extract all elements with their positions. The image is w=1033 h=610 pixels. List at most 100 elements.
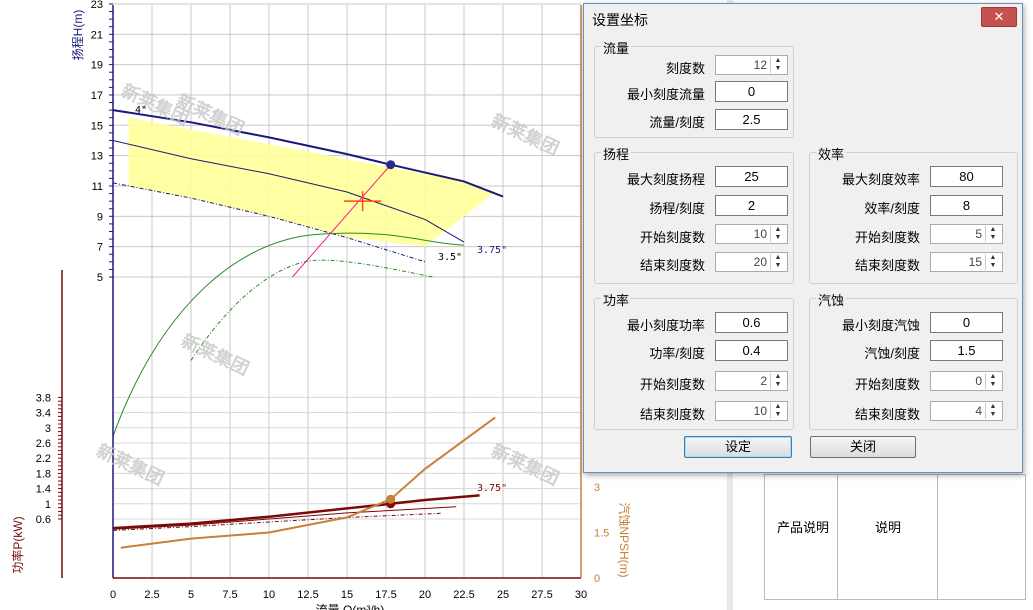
label-35in: 3.5" — [438, 252, 462, 263]
eff-curve-4in — [112, 232, 465, 437]
x-tick-label: 10 — [263, 589, 275, 601]
power-axis-title: 功率P(kW) — [10, 516, 25, 573]
npsh-step-input[interactable]: 1.5 — [930, 340, 1003, 361]
npsh-step-label: 汽蚀/刻度 — [864, 346, 920, 361]
power-tick-label: 1.4 — [36, 484, 51, 496]
eff-end-stepper[interactable]: 15 ▲ ▼ — [930, 252, 1003, 272]
close-icon[interactable]: ✕ — [981, 7, 1017, 27]
x-tick-label: 0 — [110, 589, 116, 601]
flow-ticks-stepper[interactable]: 12 ▲ ▼ — [715, 55, 788, 75]
x-tick-label: 12.5 — [297, 589, 318, 601]
watermark-text: 新莱集团 — [178, 330, 253, 380]
x-tick-label: 17.5 — [375, 589, 396, 601]
head-tick-label: 23 — [91, 0, 103, 11]
x-tick-label: 30 — [575, 589, 587, 601]
head-axis-title: 扬程H(m) — [70, 10, 85, 61]
head-group: 扬程 最大刻度扬程 25 扬程/刻度 2 开始刻度数 10 ▲ ▼ 结束刻度数 20… — [594, 144, 794, 284]
eff-start-stepper[interactable]: 5 ▲ ▼ — [930, 224, 1003, 244]
watermark-text: 新莱集团 — [488, 110, 563, 160]
head-tick-label: 17 — [91, 90, 103, 102]
power-tick-label: 3 — [45, 423, 51, 435]
npsh-group-title: 汽蚀 — [816, 290, 847, 309]
apply-button[interactable]: 设定 — [684, 436, 792, 458]
npsh-end-stepper[interactable]: 4 ▲ ▼ — [930, 401, 1003, 421]
head-tick-label: 7 — [97, 242, 103, 254]
label-375in-power: 3.75" — [477, 483, 507, 494]
power-step-input[interactable]: 0.4 — [715, 340, 788, 361]
axis-settings-dialog: 设置坐标 ✕ 流量 刻度数 12 ▲ ▼ 最小刻度流量 0 流量/刻度 2.5 扬程… — [583, 3, 1023, 473]
flow-group-title: 流量 — [601, 38, 632, 57]
head-tick-label: 19 — [91, 60, 103, 72]
operating-region-fill — [128, 117, 496, 247]
head-tick-label: 15 — [91, 120, 103, 132]
operating-region — [128, 117, 496, 247]
head-max-label: 最大刻度扬程 — [626, 172, 705, 187]
x-tick-label: 7.5 — [222, 589, 237, 601]
npsh-tick-label: 3 — [594, 482, 600, 494]
power-tick-label: 2.2 — [36, 453, 51, 465]
x-tick-label: 15 — [341, 589, 353, 601]
x-tick-label: 25 — [497, 589, 509, 601]
power-end-label: 结束刻度数 — [639, 407, 705, 422]
head-tick-label: 21 — [91, 29, 103, 41]
label-4in: 4" — [135, 105, 147, 116]
x-tick-label: 5 — [188, 589, 194, 601]
power-min-label: 最小刻度功率 — [626, 318, 705, 333]
head-start-label: 开始刻度数 — [639, 230, 705, 245]
flow-step-input[interactable]: 2.5 — [715, 109, 788, 130]
eff-group-title: 效率 — [816, 144, 847, 163]
head-duty-point — [386, 160, 396, 170]
power-group: 功率 最小刻度功率 0.6 功率/刻度 0.4 开始刻度数 2 ▲ ▼ 结束刻度数 … — [594, 290, 794, 430]
head-tick-label: 13 — [91, 151, 103, 163]
efficiency-group: 效率 最大刻度效率 80 效率/刻度 8 开始刻度数 5 ▲ ▼ 结束刻度数 15 ▲… — [809, 144, 1018, 284]
flow-group: 流量 刻度数 12 ▲ ▼ 最小刻度流量 0 流量/刻度 2.5 — [594, 38, 794, 138]
flow-min-label: 最小刻度流量 — [626, 87, 705, 102]
npsh-min-input[interactable]: 0 — [930, 312, 1003, 333]
head-step-input[interactable]: 2 — [715, 195, 788, 216]
eff-step-input[interactable]: 8 — [930, 195, 1003, 216]
eff-end-label: 结束刻度数 — [854, 258, 920, 273]
label-375in-head: 3.75" — [477, 245, 507, 256]
npsh-group: 汽蚀 最小刻度汽蚀 0 汽蚀/刻度 1.5 开始刻度数 0 ▲ ▼ 结束刻度数 4 ▲… — [809, 290, 1018, 430]
npsh-tick-label: 1.5 — [594, 528, 609, 540]
eff-max-input[interactable]: 80 — [930, 166, 1003, 187]
eff-max-label: 最大刻度效率 — [841, 172, 920, 187]
npsh-tick-label: 0 — [594, 573, 600, 585]
x-tick-label: 27.5 — [531, 589, 552, 601]
head-end-stepper[interactable]: 20 ▲ ▼ — [715, 252, 788, 272]
power-tick-label: 3.4 — [36, 408, 51, 420]
power-tick-label: 0.6 — [36, 514, 51, 526]
eff-step-label: 效率/刻度 — [864, 201, 920, 216]
npsh-min-label: 最小刻度汽蚀 — [841, 318, 920, 333]
npsh-duty-point — [386, 494, 396, 504]
table-cell-desc: 说明 — [875, 520, 902, 535]
x-tick-label: 2.5 — [144, 589, 159, 601]
flow-step-label: 流量/刻度 — [649, 115, 705, 130]
power-end-stepper[interactable]: 10 ▲ ▼ — [715, 401, 788, 421]
npsh-start-label: 开始刻度数 — [854, 377, 920, 392]
head-max-input[interactable]: 25 — [715, 166, 788, 187]
head-start-stepper[interactable]: 10 ▲ ▼ — [715, 224, 788, 244]
power-start-stepper[interactable]: 2 ▲ ▼ — [715, 371, 788, 391]
npsh-end-label: 结束刻度数 — [854, 407, 920, 422]
npsh-start-stepper[interactable]: 0 ▲ ▼ — [930, 371, 1003, 391]
chart-grid — [112, 3, 582, 578]
eff-start-label: 开始刻度数 — [854, 230, 920, 245]
head-tick-label: 5 — [97, 272, 103, 284]
watermark-text: 新莱集团 — [93, 440, 168, 490]
flow-min-input[interactable]: 0 — [715, 81, 788, 102]
power-tick-label: 1.8 — [36, 468, 51, 480]
power-tick-label: 1 — [45, 499, 51, 511]
flow-ticks-label: 刻度数 — [665, 61, 705, 76]
power-min-input[interactable]: 0.6 — [715, 312, 788, 333]
close-button[interactable]: 关闭 — [810, 436, 916, 458]
table-cell-product-desc: 产品说明 — [777, 520, 830, 535]
npsh-axis-title: 汽蚀NPSH(m) — [617, 502, 632, 577]
head-tick-label: 11 — [92, 181, 103, 193]
head-end-label: 结束刻度数 — [639, 258, 705, 273]
x-tick-label: 22.5 — [453, 589, 474, 601]
dialog-title: 设置坐标 — [592, 12, 648, 28]
head-step-label: 扬程/刻度 — [649, 201, 705, 216]
head-group-title: 扬程 — [601, 144, 632, 163]
power-tick-label: 2.6 — [36, 438, 51, 450]
